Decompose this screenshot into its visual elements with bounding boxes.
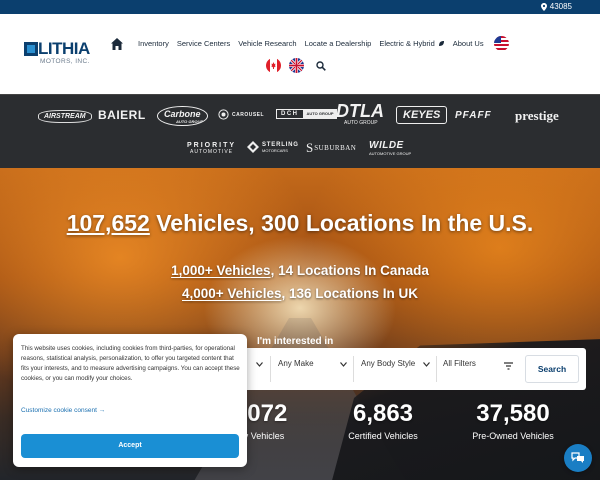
uk-headline-rest: , 136 Locations In UK [281,286,418,301]
brand-dch[interactable]: DCH AUTO GROUP [276,109,337,119]
canada-flag-icon[interactable] [266,58,281,73]
logo-wordmark: LITHIA [38,39,90,58]
filter-divider [436,356,437,382]
nav-vehicle-research[interactable]: Vehicle Research [238,39,296,48]
canada-vehicles-link[interactable]: 1,000+ Vehicles [171,263,270,278]
brand-priority[interactable]: PRIORITY AUTOMOTIVE [187,142,236,155]
leaf-icon [438,41,444,46]
body-style-select[interactable]: Any Body Style [361,359,415,368]
lithia-logo[interactable]: LITHIA MOTORS, INC. [24,40,92,68]
brand-airstream[interactable]: AIRSTREAM [38,110,92,123]
chat-button[interactable] [564,444,592,472]
brand-carbone-name: Carbone [164,109,201,119]
top-utility-bar: 43085 [0,0,600,14]
stat-label: Certified Vehicles [348,431,418,441]
stat-number: 6,863 [352,400,414,427]
search-button[interactable]: Search [525,355,579,383]
chat-bubbles-icon [571,452,584,463]
uk-vehicles-link[interactable]: 4,000+ Vehicles [182,286,281,301]
brand-baierl[interactable]: BAIERL [98,108,146,122]
brand-logos-band: AIRSTREAM BAIERL Carbone AUTO GROUP CARO… [0,94,600,168]
brand-priority-sub: AUTOMOTIVE [190,149,234,155]
suburban-s-icon: S [306,140,314,155]
chevron-down-icon[interactable] [340,362,347,367]
brand-dtla[interactable]: DTLA AUTO GROUP [336,102,384,126]
brand-wilde[interactable]: WILDE AUTOMOTIVE GROUP [369,140,411,156]
brand-sterling[interactable]: STERLING MOTORCARS [247,141,299,153]
carousel-emblem-icon [218,109,229,120]
stat-certified-vehicles[interactable]: 6,863 Certified Vehicles [333,400,433,441]
accept-cookies-button[interactable]: Accept [21,434,239,458]
brand-carbone-sub: AUTO GROUP [176,119,204,124]
interest-label: I'm interested in [257,336,334,347]
brand-sterling-name: STERLING [262,141,299,148]
nav-electric-hybrid[interactable]: Electric & Hybrid [379,39,444,48]
chevron-down-icon[interactable] [256,362,263,367]
nav-electric-hybrid-label: Electric & Hybrid [379,39,435,48]
brand-dch-name: DCH [276,109,304,119]
nav-locate-dealership[interactable]: Locate a Dealership [305,39,372,48]
brand-suburban-name: SUBURBAN [314,144,357,152]
sterling-emblem-icon [247,141,259,153]
us-headline-rest: Vehicles, 300 Locations In the U.S. [149,210,534,236]
filter-divider [353,356,354,382]
filter-sliders-icon[interactable] [504,362,513,370]
hero-headline-uk: 4,000+ Vehicles, 136 Locations In UK [0,286,600,301]
stat-number: 37,580 [476,400,550,427]
location-zip[interactable]: 43085 [540,2,572,11]
chevron-down-icon[interactable] [423,362,430,367]
hero-headline-canada: 1,000+ Vehicles, 14 Locations In Canada [0,263,600,278]
all-filters-button[interactable]: All Filters [443,359,476,368]
logo-subtitle: MOTORS, INC. [40,58,90,65]
brand-pfaff[interactable]: PFAFF [455,110,492,121]
search-icon[interactable] [316,60,326,71]
stat-label: Pre-Owned Vehicles [472,431,554,441]
brand-carousel[interactable]: CAROUSEL [218,109,264,120]
brand-wilde-sub: AUTOMOTIVE GROUP [369,151,412,156]
brand-dtla-name: DTLA [336,101,384,121]
nav-inventory[interactable]: Inventory [138,39,169,48]
nav-row-2 [266,58,326,73]
location-pin-icon [540,2,547,11]
brand-wilde-name: WILDE [369,140,404,151]
brand-prestige[interactable]: prestige [515,108,559,124]
brand-suburban[interactable]: S SUBURBAN [306,140,357,155]
nav-service-centers[interactable]: Service Centers [177,39,230,48]
logo-mark-icon [24,42,38,56]
zip-code: 43085 [549,2,572,11]
cookie-consent-banner: This website uses cookies, including coo… [13,334,247,467]
home-icon[interactable] [110,37,124,51]
make-select[interactable]: Any Make [278,359,314,368]
brand-carousel-name: CAROUSEL [232,111,265,118]
nav-about-us[interactable]: About Us [453,39,484,48]
brand-priority-name: PRIORITY [187,142,237,149]
uk-flag-icon[interactable] [289,58,304,73]
filter-divider [270,356,271,382]
canada-headline-rest: , 14 Locations In Canada [270,263,429,278]
stat-pre-owned-vehicles[interactable]: 37,580 Pre-Owned Vehicles [458,400,568,441]
us-vehicle-count-link[interactable]: 107,652 [67,210,150,236]
brand-keyes[interactable]: KEYES [396,106,448,124]
customize-cookie-link[interactable]: Customize cookie consent → [21,407,105,414]
brand-carbone[interactable]: Carbone AUTO GROUP [157,106,208,126]
vehicle-search-form: Any Make Any Body Style All Filters Sear… [220,348,586,390]
main-nav: Inventory Service Centers Vehicle Resear… [110,36,509,51]
brand-sterling-sub: MOTORCARS [262,147,288,153]
hero-headline-us: 107,652 Vehicles, 300 Locations In the U… [0,210,600,237]
brand-dch-sub: AUTO GROUP [303,109,337,119]
us-flag-icon[interactable] [493,36,509,51]
site-header: LITHIA MOTORS, INC. Inventory Service Ce… [0,14,600,94]
cookie-text: This website uses cookies, including coo… [21,345,240,382]
